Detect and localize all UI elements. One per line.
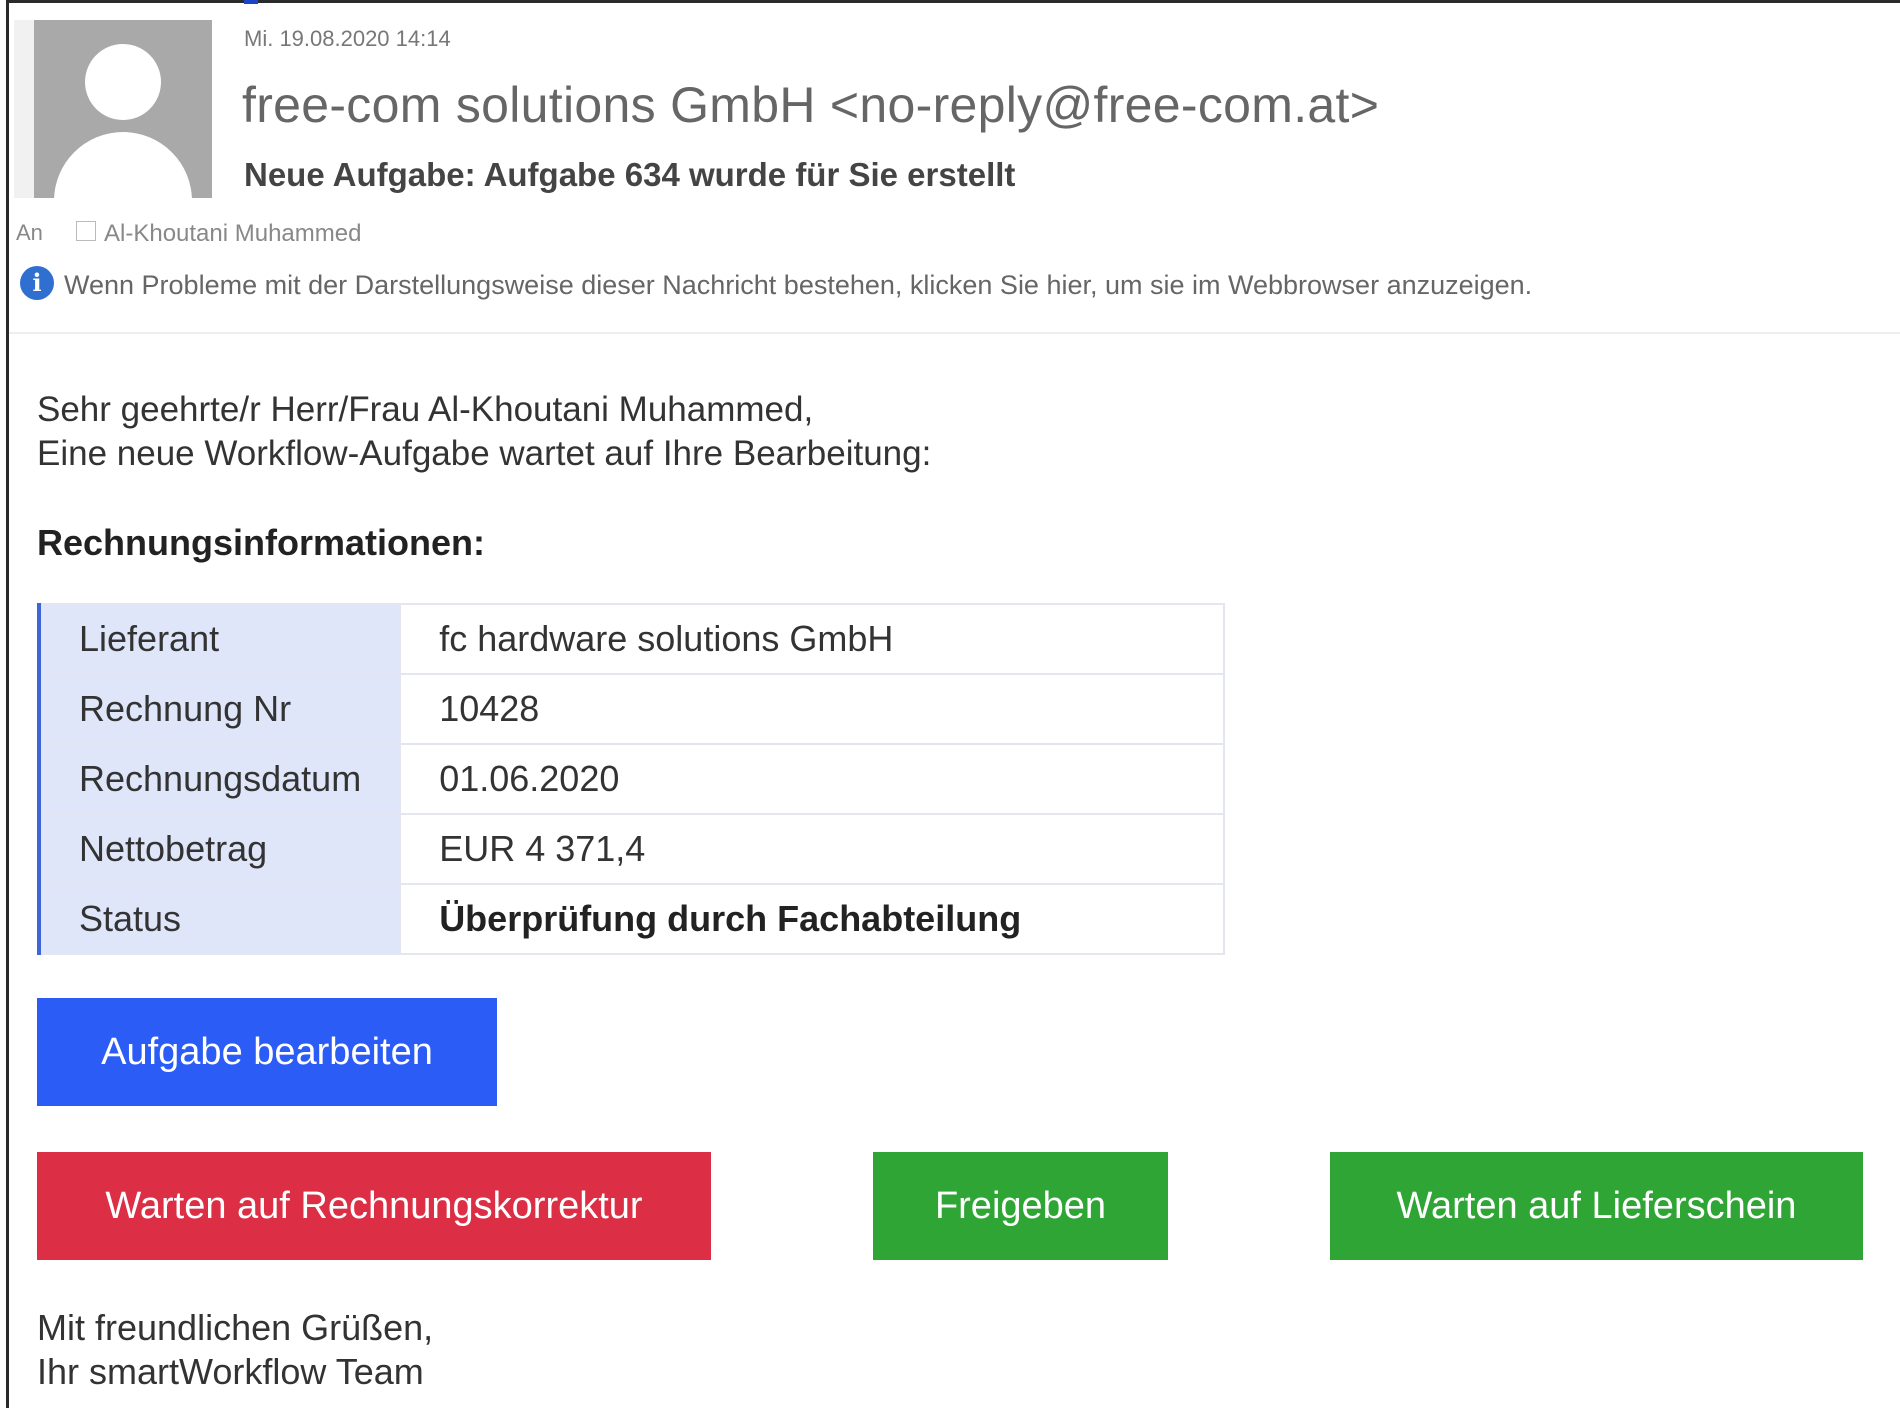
table-value-cell: 10428 <box>399 673 1225 745</box>
greeting-line-1: Sehr geehrte/r Herr/Frau Al-Khoutani Muh… <box>37 390 814 429</box>
greeting: Sehr geehrte/r Herr/Frau Al-Khoutani Muh… <box>37 388 931 476</box>
info-icon: i <box>20 266 54 300</box>
table-value-cell: 01.06.2020 <box>399 743 1225 815</box>
await-delivery-note-button[interactable]: Warten auf Lieferschein <box>1330 1152 1863 1260</box>
recipient-name[interactable]: Al-Khoutani Muhammed <box>104 220 361 248</box>
table-row: Status Überprüfung durch Fachabteilung <box>37 883 1225 955</box>
view-in-browser-notice[interactable]: Wenn Probleme mit der Darstellungsweise … <box>64 270 1532 301</box>
table-key-cell: Status <box>37 883 402 955</box>
await-invoice-correction-button[interactable]: Warten auf Rechnungskorrektur <box>37 1152 711 1260</box>
avatar-shadow <box>14 20 34 198</box>
edit-task-button[interactable]: Aufgabe bearbeiten <box>37 998 497 1106</box>
closing-line-2: Ihr smartWorkflow Team <box>37 1351 424 1392</box>
status-value-cell: Überprüfung durch Fachabteilung <box>399 883 1225 955</box>
recipient-contact-icon <box>76 221 96 241</box>
top-link-fragment <box>244 0 258 4</box>
release-button[interactable]: Freigeben <box>873 1152 1168 1260</box>
invoice-section-title: Rechnungsinformationen: <box>37 522 485 563</box>
table-row: Nettobetrag EUR 4 371,4 <box>37 813 1225 885</box>
avatar-shoulders <box>54 132 192 198</box>
header-divider <box>9 332 1900 334</box>
closing-line-1: Mit freundlichen Grüßen, <box>37 1307 434 1348</box>
email-date: Mi. 19.08.2020 14:14 <box>244 26 451 51</box>
table-key-cell: Rechnung Nr <box>37 673 402 745</box>
table-row: Rechnungsdatum 01.06.2020 <box>37 743 1225 815</box>
table-row: Lieferant fc hardware solutions GmbH <box>37 603 1225 675</box>
closing: Mit freundlichen Grüßen, Ihr smartWorkfl… <box>37 1306 433 1394</box>
avatar-head <box>85 44 161 120</box>
email-sender[interactable]: free-com solutions GmbH <no-reply@free-c… <box>242 76 1379 134</box>
invoice-info-table: Lieferant fc hardware solutions GmbH Rec… <box>37 603 1225 955</box>
table-key-cell: Nettobetrag <box>37 813 402 885</box>
sender-avatar-icon <box>34 20 212 198</box>
table-key-cell: Lieferant <box>37 603 402 675</box>
table-value-cell: fc hardware solutions GmbH <box>399 603 1225 675</box>
table-row: Rechnung Nr 10428 <box>37 673 1225 745</box>
email-subject: Neue Aufgabe: Aufgabe 634 wurde für Sie … <box>244 156 1016 193</box>
table-value-cell: EUR 4 371,4 <box>399 813 1225 885</box>
to-label: An <box>16 220 43 245</box>
greeting-line-2: Eine neue Workflow-Aufgabe wartet auf Ih… <box>37 434 932 473</box>
table-key-cell: Rechnungsdatum <box>37 743 402 815</box>
